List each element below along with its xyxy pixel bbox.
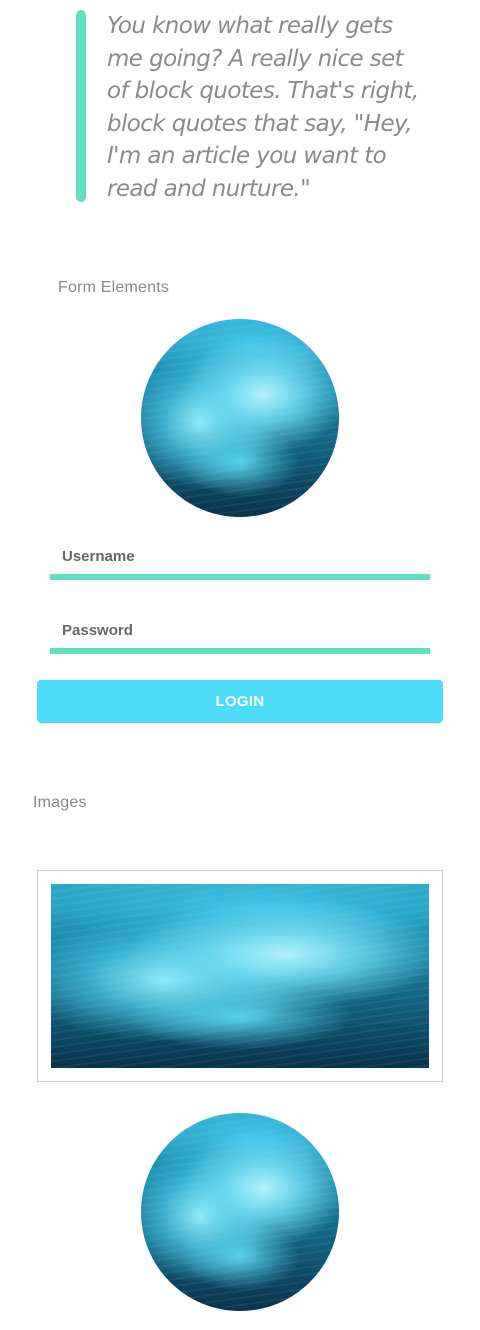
username-field[interactable] — [50, 538, 430, 580]
circular-wave-image-2 — [141, 1113, 339, 1311]
images-heading: Images — [33, 794, 87, 811]
login-button[interactable]: LOGIN — [37, 680, 443, 723]
form-elements-heading: Form Elements — [58, 279, 170, 296]
blockquote-text: You know what really gets me going? A re… — [107, 13, 419, 202]
blockquote-accent-bar — [76, 10, 86, 202]
password-input[interactable] — [50, 612, 430, 648]
circular-wave-image — [141, 319, 339, 517]
password-field[interactable] — [50, 612, 430, 654]
blockquote: You know what really gets me going? A re… — [76, 10, 419, 202]
wave-image — [51, 884, 429, 1068]
framed-image — [37, 870, 443, 1082]
username-input[interactable] — [50, 538, 430, 574]
